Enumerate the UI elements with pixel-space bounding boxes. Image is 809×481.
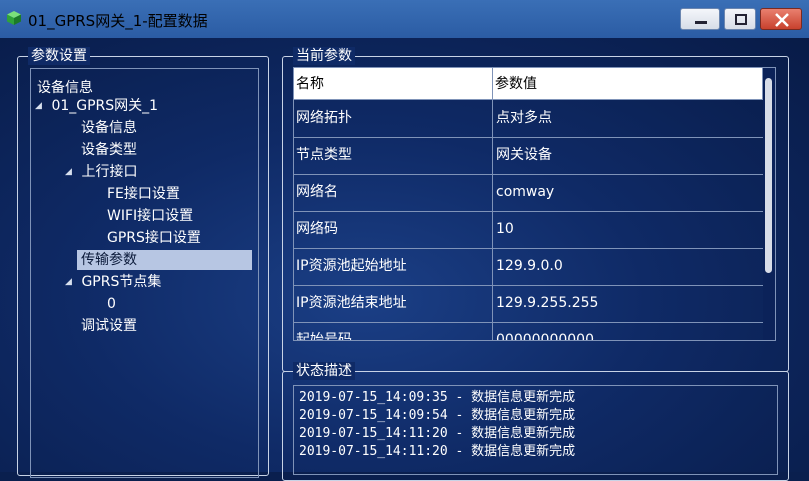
window-title: 01_GPRS网关_1-配置数据 [28,12,208,30]
column-header-value[interactable]: 参数值 [493,68,763,100]
title-bar: 01_GPRS网关_1-配置数据 [0,0,809,38]
tree-node-label: 01_GPRS网关_1 [51,98,159,114]
row-name: 网络拓扑 [296,110,352,126]
row-value: 129.9.255.255 [496,295,599,311]
table-row[interactable]: 网络名 comway [294,174,765,212]
expand-arrow-icon[interactable]: ◢ [65,272,77,292]
log-entry: 2019-07-15_14:11:20 - 数据信息更新完成 [299,444,576,459]
tree-node-gprs-settings[interactable]: GPRS接口设置 [107,228,201,248]
scrollbar-thumb[interactable] [765,78,772,273]
status-log[interactable]: 2019-07-15_14:09:35 - 数据信息更新完成 2019-07-1… [293,385,778,475]
row-value: 10 [496,221,514,237]
table-row[interactable]: 网络拓扑 点对多点 [294,100,765,138]
table-row[interactable]: 网络码 10 [294,211,765,249]
tree-node-debug-settings[interactable]: 调试设置 [81,316,137,336]
status-groupbox: 状态描述 2019-07-15_14:09:35 - 数据信息更新完成 2019… [282,362,789,481]
current-params-legend: 当前参数 [293,47,355,65]
column-divider [492,68,493,340]
params-legend: 参数设置 [28,47,90,65]
table-row[interactable]: 节点类型 网关设备 [294,137,765,175]
main-area: 参数设置 设备信息 ◢ 01_GPRS网关_1 设备信息 设备类型 ◢ 上行接口… [0,38,809,481]
maximize-button[interactable] [724,8,756,30]
tree-node-label: GPRS节点集 [81,274,162,290]
column-header-name[interactable]: 名称 [294,68,493,100]
minimize-icon [695,21,707,24]
table-row[interactable]: IP资源池起始地址 129.9.0.0 [294,248,765,286]
tree-node-device-info[interactable]: 设备信息 [81,118,137,138]
row-name: 节点类型 [296,147,352,163]
close-icon [775,13,789,27]
expand-arrow-icon[interactable]: ◢ [65,162,77,182]
minimize-button[interactable] [680,8,720,30]
vertical-scrollbar[interactable] [763,68,775,340]
tree-node-label: 上行接口 [81,164,138,180]
row-value: 00000000000 [496,332,594,341]
tree-node-wifi-settings[interactable]: WIFI接口设置 [107,206,193,226]
params-table: 名称 参数值 网络拓扑 点对多点 节点类型 网关设备 网络名 comway 网络… [293,67,776,341]
table-row[interactable]: 起始号码 00000000000 [294,322,765,341]
table-row[interactable]: IP资源池结束地址 129.9.255.255 [294,285,765,323]
current-params-groupbox: 当前参数 名称 参数值 网络拓扑 点对多点 节点类型 网关设备 网络名 comw… [282,47,789,372]
app-cube-icon [7,11,21,25]
status-legend: 状态描述 [293,362,355,380]
row-name: 网络名 [296,184,338,200]
maximize-icon [735,14,747,25]
tree-node-node-0[interactable]: 0 [107,294,116,314]
tree-node-gprs-node-set[interactable]: ◢ GPRS节点集 [65,272,161,292]
tree-node-uplink[interactable]: ◢ 上行接口 [65,162,137,182]
row-value: 网关设备 [496,147,552,163]
tree-node-gateway[interactable]: ◢ 01_GPRS网关_1 [35,96,158,116]
tree-root-label: 设备信息 [37,80,93,96]
close-button[interactable] [760,8,802,30]
tree-node-transport-params[interactable]: 传输参数 [77,250,252,270]
row-value: comway [496,184,555,200]
row-name: 起始号码 [296,332,352,341]
row-name: IP资源池结束地址 [296,295,407,311]
log-entry: 2019-07-15_14:09:54 - 数据信息更新完成 [299,408,576,423]
tree-node-device-type[interactable]: 设备类型 [81,140,137,160]
row-name: IP资源池起始地址 [296,258,407,274]
expand-arrow-icon[interactable]: ◢ [35,96,47,116]
log-entry: 2019-07-15_14:11:20 - 数据信息更新完成 [299,426,576,441]
row-value: 129.9.0.0 [496,258,563,274]
row-name: 网络码 [296,221,338,237]
log-entry: 2019-07-15_14:09:35 - 数据信息更新完成 [299,390,576,405]
tree-node-fe-settings[interactable]: FE接口设置 [107,184,180,204]
row-value: 点对多点 [496,110,552,126]
params-tree: 设备信息 ◢ 01_GPRS网关_1 设备信息 设备类型 ◢ 上行接口 FE接口… [30,68,259,478]
params-groupbox: 参数设置 设备信息 ◢ 01_GPRS网关_1 设备信息 设备类型 ◢ 上行接口… [17,47,269,478]
